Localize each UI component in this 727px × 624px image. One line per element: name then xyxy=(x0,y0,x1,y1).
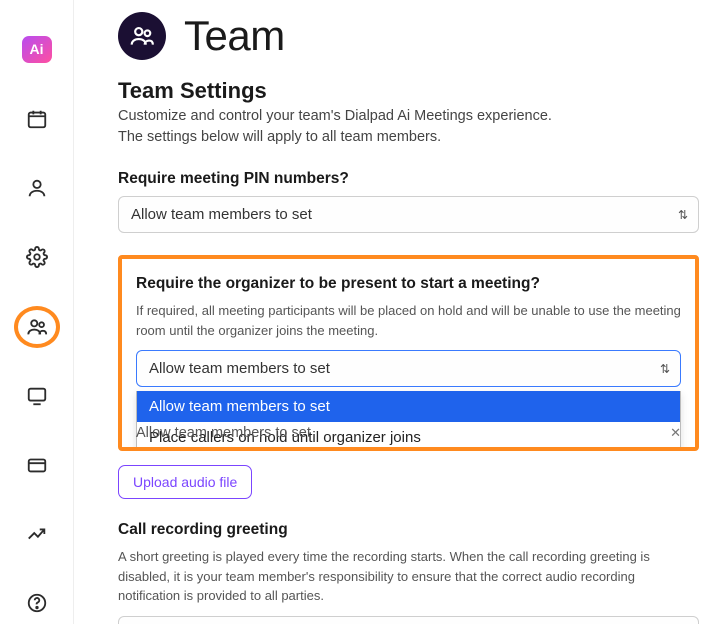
pin-select[interactable]: Allow team members to set ⇅ xyxy=(118,196,699,233)
gear-icon xyxy=(26,246,48,268)
organizer-help: If required, all meeting participants wi… xyxy=(136,301,681,340)
chevron-updown-icon: ⇅ xyxy=(660,362,670,376)
section-subtitle: Customize and control your team's Dialpa… xyxy=(118,106,699,148)
page-icon xyxy=(118,12,166,60)
organizer-label: Require the organizer to be present to s… xyxy=(136,275,681,293)
trend-icon xyxy=(26,523,48,545)
nav-monitor[interactable] xyxy=(14,376,60,417)
team-icon xyxy=(26,316,48,338)
peek-value: Allow team members to set xyxy=(136,425,311,441)
organizer-select[interactable]: Allow team members to set ⇅ xyxy=(136,350,681,387)
section-header: Team Settings Customize and control your… xyxy=(118,78,699,148)
nav-billing[interactable] xyxy=(14,445,60,486)
help-icon xyxy=(26,592,48,614)
nav-calendar[interactable] xyxy=(14,99,60,140)
nav-person[interactable] xyxy=(14,168,60,209)
card-icon xyxy=(26,454,48,476)
section-sub-line-1: Customize and control your team's Dialpa… xyxy=(118,108,552,124)
page-header: Team xyxy=(118,12,699,60)
team-icon xyxy=(129,23,155,49)
recording-label: Call recording greeting xyxy=(118,521,699,539)
monitor-icon xyxy=(26,385,48,407)
close-icon[interactable]: ✕ xyxy=(670,425,681,441)
pin-label: Require meeting PIN numbers? xyxy=(118,170,699,188)
chevron-updown-icon: ⇅ xyxy=(678,208,688,222)
organizer-select-value: Allow team members to set xyxy=(149,360,330,377)
nav-settings[interactable] xyxy=(14,237,60,278)
peek-row: Allow team members to set ✕ xyxy=(136,425,681,441)
calendar-icon xyxy=(26,108,48,130)
upload-audio-button[interactable]: Upload audio file xyxy=(118,465,252,499)
brand-logo: Ai xyxy=(22,36,52,63)
organizer-dropdown: Allow team members to set Place callers … xyxy=(136,391,681,451)
recording-select[interactable]: Allow team members to set ⇅ xyxy=(118,616,699,624)
pin-select-value: Allow team members to set xyxy=(131,206,312,223)
recording-setting: Call recording greeting A short greeting… xyxy=(118,521,699,624)
section-sub-line-2: The settings below will apply to all tea… xyxy=(118,129,441,145)
organizer-option-allow-set[interactable]: Allow team members to set xyxy=(137,391,680,422)
page-title: Team xyxy=(184,12,285,60)
section-title: Team Settings xyxy=(118,78,699,104)
nav-team[interactable] xyxy=(14,306,60,348)
recording-help: A short greeting is played every time th… xyxy=(118,547,699,606)
pin-setting: Require meeting PIN numbers? Allow team … xyxy=(118,170,699,233)
nav-analytics[interactable] xyxy=(14,514,60,555)
organizer-setting-card: Require the organizer to be present to s… xyxy=(118,255,699,451)
content: Team Team Settings Customize and control… xyxy=(74,0,727,624)
sidebar: Ai xyxy=(0,0,74,624)
nav-help[interactable] xyxy=(14,583,60,624)
person-icon xyxy=(26,177,48,199)
